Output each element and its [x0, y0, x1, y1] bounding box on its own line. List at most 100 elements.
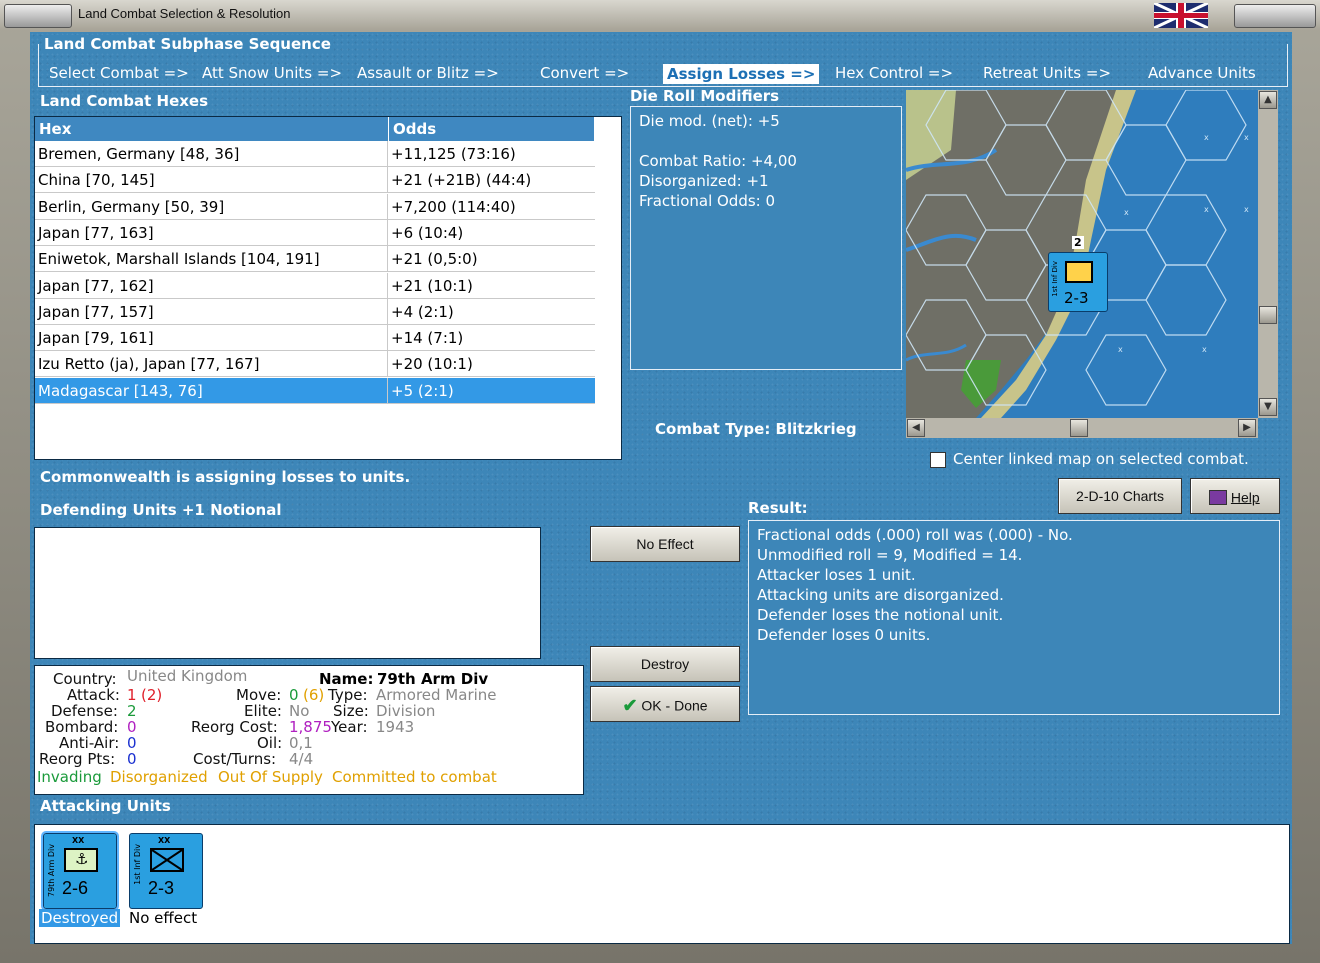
svg-text:x: x [1118, 345, 1123, 354]
odds-cell: +4 (2:1) [391, 302, 454, 321]
center-map-label[interactable]: Center linked map on selected combat. [953, 450, 1249, 468]
unit-side-label: 1st Inf Div [133, 844, 142, 885]
scroll-thumb[interactable] [1259, 306, 1277, 324]
hexes-title: Land Combat Hexes [40, 92, 209, 110]
map-stack-count: 2 [1072, 236, 1084, 249]
combat-type: Combat Type: Blitzkrieg [655, 420, 857, 438]
result-line: Defender loses the notional unit. [757, 606, 1004, 624]
hex-row[interactable]: Bremen, Germany [48, 36] +11,125 (73:16) [35, 141, 595, 167]
unit-strength: 2-6 [62, 878, 89, 898]
column-divider [387, 351, 388, 378]
center-map-checkbox[interactable] [930, 452, 946, 468]
hexes-table: Hex Odds Bremen, Germany [48, 36] +11,125… [34, 116, 622, 460]
cost-turns-key: Cost/Turns: [193, 750, 277, 768]
scroll-right-icon[interactable]: ▶ [1238, 419, 1256, 437]
defending-units-list[interactable] [34, 527, 541, 659]
svg-text:x: x [1244, 205, 1249, 214]
seq-step-hex-control: Hex Control => [835, 64, 954, 82]
reorg-pts-key: Reorg Pts: [39, 750, 116, 768]
scroll-thumb[interactable] [1070, 419, 1088, 437]
attacking-unit-counter[interactable]: 79th Arm Div XX ⚓ 2-6 [41, 831, 119, 911]
charts-button[interactable]: 2-D-10 Charts [1058, 478, 1182, 514]
uk-flag-icon [1154, 3, 1208, 28]
unit-side-label: 79th Arm Div [47, 844, 56, 898]
svg-text:x: x [1202, 345, 1207, 354]
odds-cell: +21 (10:1) [391, 276, 473, 295]
odds-cell: +7,200 (114:40) [391, 197, 516, 216]
modifier-line: Fractional Odds: 0 [639, 192, 776, 210]
flag-disorganized: Disorganized [110, 768, 208, 786]
no-effect-button[interactable]: No Effect [590, 526, 740, 562]
odds-cell: +6 (10:4) [391, 223, 464, 242]
attacking-units-list: 79th Arm Div XX ⚓ 2-6 Destroyed 1st Inf … [34, 824, 1290, 944]
map-horizontal-scrollbar[interactable]: ◀ ▶ [906, 418, 1258, 438]
ok-done-label: OK - Done [641, 697, 708, 714]
svg-text:x: x [1204, 133, 1209, 142]
result-title: Result: [748, 499, 808, 517]
hex-row[interactable]: Japan [79, 161] +14 (7:1) [35, 325, 595, 352]
hex-row[interactable]: Japan [77, 162] +21 (10:1) [35, 272, 595, 299]
col-odds-header[interactable]: Odds [389, 117, 595, 141]
column-divider [387, 219, 388, 246]
hex-row[interactable]: Eniwetok, Marshall Islands [104, 191] +21… [35, 246, 595, 273]
window-title: Land Combat Selection & Resolution [78, 6, 291, 21]
seq-step-convert: Convert => [540, 64, 630, 82]
col-hex-header[interactable]: Hex [35, 117, 389, 141]
scroll-up-icon[interactable]: ▲ [1259, 91, 1277, 109]
result-line: Attacking units are disorganized. [757, 586, 1004, 604]
seq-step-advance: Advance Units [1148, 64, 1256, 82]
odds-cell: +21 (0,5:0) [391, 250, 478, 269]
hex-cell: China [70, 145] [38, 171, 155, 190]
odds-cell: +14 (7:1) [391, 329, 464, 348]
help-label: Help [1230, 489, 1260, 506]
modifier-line: Disorganized: +1 [639, 172, 769, 190]
result-box: Fractional odds (.000) roll was (.000) -… [748, 520, 1280, 715]
scroll-down-icon[interactable]: ▼ [1259, 398, 1277, 416]
hex-cell: Japan [77, 157] [38, 302, 154, 321]
destroy-button[interactable]: Destroy [590, 646, 740, 682]
map-vertical-scrollbar[interactable]: ▲ ▼ [1258, 90, 1278, 418]
hex-row[interactable]: China [70, 145] +21 (+21B) (44:4) [35, 167, 595, 194]
modifier-line: Die mod. (net): +5 [639, 112, 780, 130]
column-divider [387, 141, 388, 167]
combat-map[interactable]: x x x x x x x 1st Inf Div 2-3 2 [906, 90, 1258, 418]
unit-info-box: Country: United Kingdom Name: 79th Arm D… [34, 665, 584, 795]
map-unit-counter[interactable]: 1st Inf Div 2-3 [1048, 252, 1108, 312]
modifier-line: Combat Ratio: +4,00 [639, 152, 797, 170]
year-value: 1943 [376, 718, 415, 736]
hex-row[interactable]: Madagascar [143, 76] +5 (2:1) [35, 377, 595, 404]
reorg-pts-value: 0 [127, 750, 137, 768]
modifiers-title: Die Roll Modifiers [630, 87, 780, 105]
hex-cell: Eniwetok, Marshall Islands [104, 191] [38, 250, 320, 269]
unit-status: No effect [129, 909, 198, 927]
hex-row[interactable]: Japan [77, 157] +4 (2:1) [35, 298, 595, 325]
seq-step-select-combat: Select Combat => [49, 64, 189, 82]
svg-text:x: x [1244, 133, 1249, 142]
attacking-unit-counter[interactable]: 1st Inf Div XX 2-3 [129, 833, 203, 909]
seq-step-retreat: Retreat Units => [983, 64, 1112, 82]
ok-done-button[interactable]: ✔ OK - Done [590, 686, 740, 722]
result-line: Defender loses 0 units. [757, 626, 931, 644]
result-line: Fractional odds (.000) roll was (.000) -… [757, 526, 1073, 544]
help-book-icon [1209, 489, 1227, 505]
window-controls-button[interactable] [1234, 4, 1316, 28]
result-line: Attacker loses 1 unit. [757, 566, 916, 584]
hex-cell: Bremen, Germany [48, 36] [38, 145, 240, 163]
map-unit-label: 1st Inf Div [1051, 261, 1059, 297]
hex-row[interactable]: Izu Retto (ja), Japan [77, 167] +20 (10:1… [35, 351, 595, 378]
title-bar[interactable]: Land Combat Selection & Resolution [0, 0, 1320, 30]
column-divider [387, 246, 388, 273]
hex-cell: Japan [77, 162] [38, 276, 154, 295]
scroll-left-icon[interactable]: ◀ [907, 419, 925, 437]
hex-row[interactable]: Japan [77, 163] +6 (10:4) [35, 219, 595, 246]
column-divider [387, 325, 388, 352]
odds-cell: +5 (2:1) [391, 381, 454, 400]
flag-committed: Committed to combat [332, 768, 497, 786]
help-button[interactable]: Help [1190, 478, 1280, 514]
anchor-icon: ⚓ [64, 848, 98, 872]
window-menu-button[interactable] [4, 4, 72, 28]
column-divider [387, 272, 388, 299]
hex-row[interactable]: Berlin, Germany [50, 39] +7,200 (114:40) [35, 193, 595, 220]
flag-invading: Invading [37, 768, 102, 786]
column-divider [387, 167, 388, 194]
